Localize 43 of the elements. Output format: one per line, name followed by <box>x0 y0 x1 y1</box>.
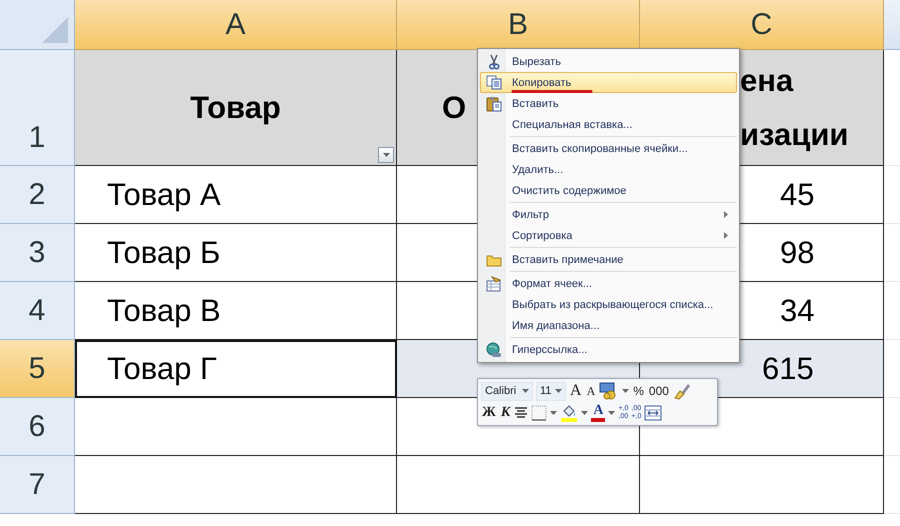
copy-icon <box>486 75 502 90</box>
row-header[interactable]: 4 <box>0 282 75 340</box>
filter-button[interactable] <box>378 147 394 163</box>
dropdown-caret-icon[interactable] <box>608 411 616 415</box>
row-header[interactable]: 2 <box>0 166 75 224</box>
fill-color-icon[interactable] <box>560 404 578 422</box>
grow-font-button[interactable]: A <box>569 382 583 400</box>
brush-icon[interactable] <box>672 382 691 400</box>
format-button[interactable]: 000 <box>648 382 670 400</box>
align-center-icon[interactable] <box>514 406 528 420</box>
caret-icon <box>382 153 390 157</box>
borders-icon[interactable] <box>531 405 548 421</box>
column-header[interactable]: A <box>75 0 397 50</box>
globe-icon <box>486 342 502 358</box>
shrink-font-button[interactable]: A <box>586 382 596 400</box>
dropdown-caret-icon[interactable] <box>522 389 529 393</box>
font-color-button[interactable]: A <box>591 404 606 422</box>
table-cell: Товар <box>75 50 397 166</box>
row-header[interactable]: 3 <box>0 224 75 282</box>
bold-button[interactable]: Ж <box>481 404 497 422</box>
dropdown-caret-icon[interactable] <box>555 389 562 393</box>
column-header[interactable]: B <box>397 0 640 50</box>
merge-cells-icon[interactable] <box>644 405 662 421</box>
dropdown-caret-icon[interactable] <box>581 411 588 415</box>
dropdown-caret-icon[interactable] <box>622 389 630 393</box>
font-name-field[interactable]: Calibri <box>481 382 533 400</box>
row-header[interactable]: 5 <box>0 340 75 398</box>
menu-item[interactable]: Копировать <box>480 72 737 93</box>
row-header[interactable]: 1 <box>0 50 75 166</box>
column-header[interactable]: C <box>640 0 884 50</box>
dropdown-caret-icon[interactable] <box>550 411 558 415</box>
paste-icon <box>486 96 502 112</box>
italic-button[interactable]: К <box>500 404 512 422</box>
table-cell: Товар А <box>75 166 397 224</box>
row-header[interactable]: 6 <box>0 398 75 456</box>
font-size-field[interactable]: 11 <box>536 382 566 400</box>
table-cell: Товар Б <box>75 224 397 282</box>
scissors-icon <box>487 54 501 70</box>
folder-icon <box>486 252 502 266</box>
table-cell: Товар Г <box>75 340 397 398</box>
table-cell: Товар В <box>75 282 397 340</box>
format-cells-icon <box>486 276 502 292</box>
row-header[interactable]: 7 <box>0 456 75 514</box>
